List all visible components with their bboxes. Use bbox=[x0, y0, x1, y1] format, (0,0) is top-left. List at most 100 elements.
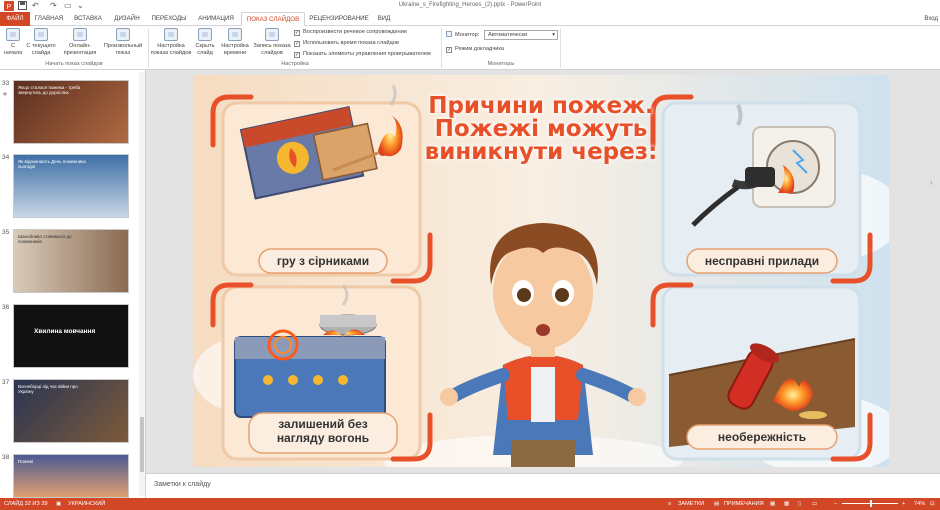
slide-thumbnail[interactable]: Як відзначають День пожежника сьогодні bbox=[13, 154, 129, 218]
caption-unattended-fire: залишений без нагляду вогонь bbox=[276, 417, 370, 445]
slide-number: 38 bbox=[2, 454, 10, 461]
group-separator bbox=[148, 28, 149, 68]
hide-slide-button[interactable]: Скрыть слайд bbox=[193, 28, 217, 56]
tab-file[interactable]: ФАЙЛ bbox=[0, 12, 30, 26]
fit-slide-icon[interactable]: ⊡ bbox=[930, 498, 935, 510]
monitor-label-text: Монитор: bbox=[455, 32, 480, 38]
tab-view[interactable]: ВИД bbox=[373, 12, 395, 26]
controls-checkbox[interactable]: ✓ Показать элементы управления проигрыват… bbox=[294, 50, 431, 58]
slideshow-view-icon[interactable]: ▭ bbox=[812, 498, 817, 510]
slide-thumbnail[interactable]: Вогнеборці під час війни про Україну bbox=[13, 379, 129, 443]
normal-view-icon[interactable]: ▦ bbox=[770, 498, 775, 510]
slide-title-line: виникнути через: bbox=[424, 139, 658, 165]
comments-toggle[interactable]: ПРИМЕЧАНИЯ bbox=[724, 498, 764, 510]
thumbnail-text: Вогнеборці під час війни про Україну bbox=[18, 384, 78, 394]
play-current-icon bbox=[34, 28, 48, 41]
tab-home[interactable]: ГЛАВНАЯ bbox=[32, 12, 66, 26]
notes-icon: ≡ bbox=[668, 501, 672, 507]
spellcheck-icon[interactable]: ▣ bbox=[56, 498, 61, 510]
setup-icon bbox=[164, 28, 178, 41]
thumbnail-text: Хвилина мовчання bbox=[34, 328, 96, 335]
rehearse-label: Настройка времени bbox=[221, 43, 249, 56]
slide-title-line: Пожежі можуть bbox=[434, 116, 648, 142]
language-indicator[interactable]: УКРАИНСКИЙ bbox=[68, 498, 105, 510]
chevron-right-icon[interactable]: › bbox=[930, 180, 932, 187]
slide-thumbnail[interactable]: Шанобливо ставимося до пожежників bbox=[13, 229, 129, 293]
tab-insert[interactable]: ВСТАВКА bbox=[70, 12, 106, 26]
play-icon bbox=[6, 28, 20, 41]
from-current-button[interactable]: С текущего слайда bbox=[25, 28, 57, 56]
work-area: 33 ★ Якщо сталася пожежа - треба звернут… bbox=[0, 70, 940, 498]
scrollbar-thumb[interactable] bbox=[140, 417, 144, 472]
tab-slideshow[interactable]: ПОКАЗ СЛАЙДОВ bbox=[241, 12, 305, 27]
group-separator bbox=[441, 28, 442, 68]
notes-placeholder: Заметки к слайду bbox=[154, 481, 211, 488]
thumbnail-text: Якщо сталася пожежа - треба звернутись д… bbox=[18, 85, 81, 95]
ribbon-tabs: ФАЙЛ ГЛАВНАЯ ВСТАВКА ДИЗАЙН ПЕРЕХОДЫ АНИ… bbox=[0, 12, 940, 27]
checkmark-icon: ✓ bbox=[294, 30, 300, 36]
from-current-label: С текущего слайда bbox=[26, 43, 56, 56]
tab-review[interactable]: РЕЦЕНЗИРОВАНИЕ bbox=[308, 12, 370, 26]
slide-number: 36 bbox=[2, 304, 10, 311]
document-title: Ukraine_s_Firefighting_Heroes_(2).pptx -… bbox=[398, 2, 542, 8]
checkmark-icon: ✓ bbox=[294, 52, 300, 58]
online-label: Онлайн-презентация bbox=[63, 43, 97, 56]
checkmark-icon: ✓ bbox=[446, 47, 452, 53]
presenter-view-checkbox[interactable]: ✓ Режим докладчика bbox=[446, 45, 504, 53]
comments-icon: ▤ bbox=[714, 501, 720, 507]
notes-pane[interactable]: Заметки к слайду bbox=[146, 473, 940, 498]
zoom-level[interactable]: 74% bbox=[914, 498, 925, 510]
online-presentation-button[interactable]: Онлайн-презентация bbox=[61, 28, 99, 56]
slide-number: 33 bbox=[2, 80, 10, 87]
slide-sorter-icon[interactable]: ▩ bbox=[784, 498, 789, 510]
chevron-down-icon: ▾ bbox=[552, 32, 555, 38]
thumbnail-text: Пожежі bbox=[18, 459, 34, 464]
status-bar: СЛАЙД 32 ИЗ 39 ▣ УКРАИНСКИЙ ≡ ЗАМЕТКИ ▤ … bbox=[0, 498, 940, 510]
thumbnail-text: Шанобливо ставимося до пожежників bbox=[18, 234, 72, 244]
reading-view-icon[interactable]: ▯ bbox=[798, 498, 801, 510]
custom-show-label: Произвольный показ bbox=[103, 43, 143, 56]
narration-checkbox[interactable]: ✓ Воспроизвести речевое сопровождение bbox=[294, 28, 407, 36]
zoom-slider-knob[interactable] bbox=[870, 500, 872, 507]
group-start-label: Начать показ слайдов bbox=[45, 61, 103, 67]
slide-thumbnail[interactable]: Якщо сталася пожежа - треба звернутись д… bbox=[13, 80, 129, 144]
custom-show-button[interactable]: Произвольный показ bbox=[101, 28, 145, 56]
slide-thumbnail[interactable]: Хвилина мовчання bbox=[13, 304, 129, 368]
tab-design[interactable]: ДИЗАЙН bbox=[110, 12, 144, 26]
zoom-out-icon[interactable]: − bbox=[834, 498, 837, 510]
slide-number: 34 bbox=[2, 154, 10, 161]
tab-animation[interactable]: АНИМАЦИЯ bbox=[194, 12, 238, 26]
record-label: Запись показа слайдов bbox=[253, 43, 291, 56]
thumbnail-scrollbar[interactable] bbox=[139, 72, 145, 496]
timings-checkbox[interactable]: ✓ Использовать время показа слайдов bbox=[294, 39, 399, 47]
record-show-button[interactable]: Запись показа слайдов bbox=[252, 28, 292, 56]
checkmark-icon: ✓ bbox=[294, 41, 300, 47]
title-bar: P ↶ ↷ ▭ ⌄ Ukraine_s_Firefighting_Heroes_… bbox=[0, 0, 940, 12]
timings-label: Использовать время показа слайдов bbox=[303, 40, 399, 46]
presenter-view-label: Режим докладчика bbox=[455, 46, 505, 52]
animation-star-icon: ★ bbox=[2, 91, 8, 98]
tab-transitions[interactable]: ПЕРЕХОДЫ bbox=[148, 12, 190, 26]
sign-in-link[interactable]: Вход bbox=[924, 12, 938, 26]
group-setup-label: Настройка bbox=[281, 61, 309, 67]
slide-thumbnail[interactable]: Пожежі bbox=[13, 454, 129, 498]
slide-counter: СЛАЙД 32 ИЗ 39 bbox=[4, 501, 48, 507]
from-start-button[interactable]: С начала bbox=[3, 28, 23, 56]
slide-canvas[interactable]: Причини пожеж. Пожежі можуть виникнути ч… bbox=[193, 75, 889, 467]
zoom-in-icon[interactable]: + bbox=[902, 498, 905, 510]
online-icon bbox=[73, 28, 87, 41]
monitor-value: Автоматически bbox=[488, 32, 528, 38]
rehearse-timings-button[interactable]: Настройка времени bbox=[219, 28, 251, 56]
monitor-label: Монитор: bbox=[446, 31, 479, 39]
narration-label: Воспроизвести речевое сопровождение bbox=[303, 29, 408, 35]
from-start-label: С начала bbox=[3, 43, 23, 56]
monitor-select[interactable]: Автоматически ▾ bbox=[484, 30, 558, 40]
slide-number: 37 bbox=[2, 379, 10, 386]
thumbnail-pane: 33 ★ Якщо сталася пожежа - треба звернут… bbox=[0, 70, 146, 498]
zoom-slider[interactable] bbox=[842, 500, 898, 507]
monitor-icon bbox=[446, 31, 452, 37]
timer-icon bbox=[228, 28, 242, 41]
notes-toggle[interactable]: ЗАМЕТКИ bbox=[678, 498, 704, 510]
group-separator bbox=[560, 28, 561, 68]
setup-show-button[interactable]: Настройка показа слайдов bbox=[150, 28, 192, 56]
